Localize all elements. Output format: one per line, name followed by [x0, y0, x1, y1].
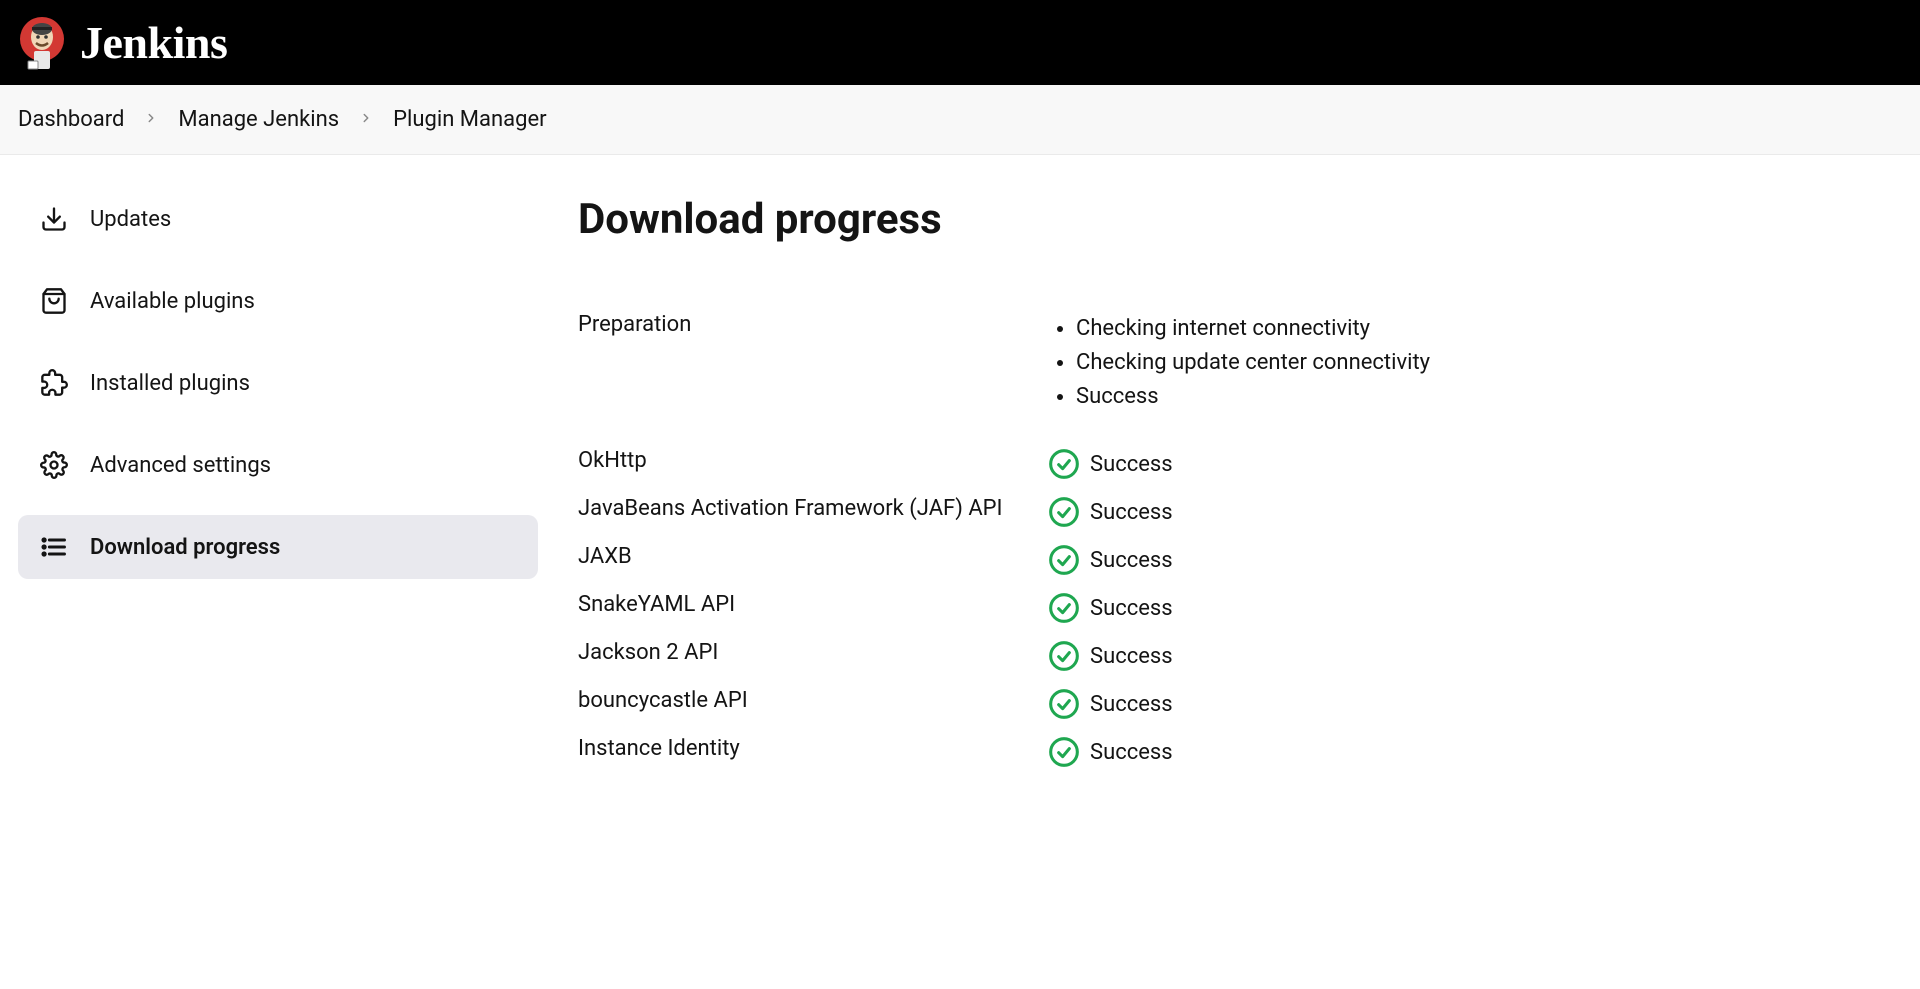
progress-item: Jackson 2 API Success — [578, 632, 1902, 680]
sidebar-item-installed[interactable]: Installed plugins — [18, 351, 538, 415]
prep-step: Success — [1076, 380, 1430, 414]
status-text: Success — [1090, 740, 1173, 765]
brand[interactable]: Jenkins — [18, 15, 227, 71]
sidebar-item-label: Installed plugins — [90, 371, 250, 396]
progress-item-status: Success — [1048, 496, 1173, 528]
gear-icon — [40, 451, 68, 479]
progress-item: SnakeYAML API Success — [578, 584, 1902, 632]
download-icon — [40, 205, 68, 233]
bag-icon — [40, 287, 68, 315]
sidebar-item-updates[interactable]: Updates — [18, 187, 538, 251]
progress-item-name: SnakeYAML API — [578, 592, 1048, 617]
progress-item: JavaBeans Activation Framework (JAF) API… — [578, 488, 1902, 536]
top-header: Jenkins — [0, 0, 1920, 85]
prep-step: Checking internet connectivity — [1076, 312, 1430, 346]
status-text: Success — [1090, 692, 1173, 717]
puzzle-icon — [40, 369, 68, 397]
check-circle-icon — [1048, 496, 1080, 528]
preparation-row: Preparation Checking internet connectivi… — [578, 304, 1902, 422]
preparation-steps: Checking internet connectivity Checking … — [1048, 312, 1430, 414]
check-circle-icon — [1048, 736, 1080, 768]
sidebar-item-download-progress[interactable]: Download progress — [18, 515, 538, 579]
progress-item-name: JAXB — [578, 544, 1048, 569]
breadcrumb: Dashboard Manage Jenkins Plugin Manager — [0, 85, 1920, 155]
chevron-right-icon — [144, 109, 158, 130]
progress-item-status: Success — [1048, 448, 1173, 480]
sidebar: Updates Available plugins Installed plug… — [18, 187, 538, 776]
status-text: Success — [1090, 500, 1173, 525]
sidebar-item-label: Updates — [90, 207, 171, 232]
sidebar-item-label: Advanced settings — [90, 453, 271, 478]
check-circle-icon — [1048, 688, 1080, 720]
progress-item: Instance Identity Success — [578, 728, 1902, 776]
sidebar-item-label: Download progress — [90, 535, 280, 560]
prep-step: Checking update center connectivity — [1076, 346, 1430, 380]
status-text: Success — [1090, 596, 1173, 621]
progress-item: bouncycastle API Success — [578, 680, 1902, 728]
status-text: Success — [1090, 644, 1173, 669]
status-text: Success — [1090, 452, 1173, 477]
progress-item-status: Success — [1048, 688, 1173, 720]
progress-item-status: Success — [1048, 544, 1173, 576]
chevron-right-icon — [359, 109, 373, 130]
breadcrumb-item-manage[interactable]: Manage Jenkins — [178, 107, 339, 132]
sidebar-item-available[interactable]: Available plugins — [18, 269, 538, 333]
check-circle-icon — [1048, 448, 1080, 480]
progress-item-name: Jackson 2 API — [578, 640, 1048, 665]
progress-item-status: Success — [1048, 736, 1173, 768]
list-icon — [40, 533, 68, 561]
progress-item-status: Success — [1048, 592, 1173, 624]
progress-item-status: Success — [1048, 640, 1173, 672]
jenkins-logo-icon — [18, 15, 66, 71]
preparation-status: Checking internet connectivity Checking … — [1048, 312, 1430, 414]
page-layout: Updates Available plugins Installed plug… — [0, 155, 1920, 808]
breadcrumb-item-plugin-manager[interactable]: Plugin Manager — [393, 107, 546, 132]
main-content: Download progress Preparation Checking i… — [578, 187, 1902, 776]
sidebar-item-advanced[interactable]: Advanced settings — [18, 433, 538, 497]
breadcrumb-item-dashboard[interactable]: Dashboard — [18, 107, 124, 132]
progress-item-name: bouncycastle API — [578, 688, 1048, 713]
progress-item-name: Instance Identity — [578, 736, 1048, 761]
progress-item: OkHttp Success — [578, 440, 1902, 488]
sidebar-item-label: Available plugins — [90, 289, 255, 314]
progress-item-name: JavaBeans Activation Framework (JAF) API — [578, 496, 1048, 521]
progress-item: JAXB Success — [578, 536, 1902, 584]
brand-name: Jenkins — [80, 16, 227, 69]
check-circle-icon — [1048, 544, 1080, 576]
check-circle-icon — [1048, 592, 1080, 624]
page-title: Download progress — [578, 195, 1902, 244]
status-text: Success — [1090, 548, 1173, 573]
progress-item-name: OkHttp — [578, 448, 1048, 473]
check-circle-icon — [1048, 640, 1080, 672]
preparation-label: Preparation — [578, 312, 1048, 337]
progress-table: Preparation Checking internet connectivi… — [578, 304, 1902, 776]
